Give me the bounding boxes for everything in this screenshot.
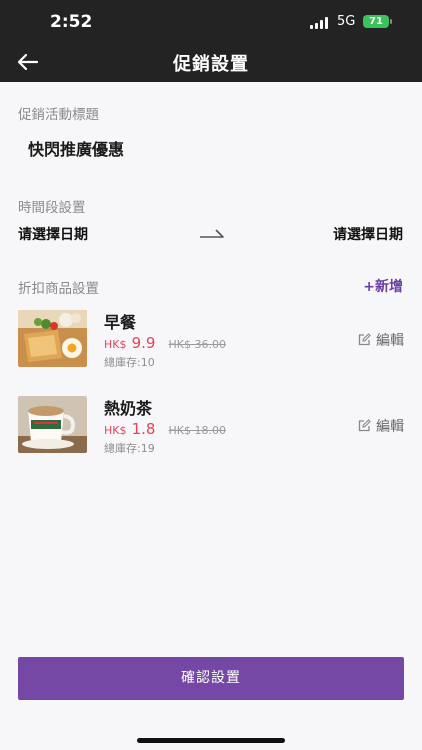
home-indicator xyxy=(137,738,285,743)
product-item: 熱奶茶 HK$ 1.8 HK$ 18.00 總庫存:19 編輯 xyxy=(18,396,404,456)
discount-price: 1.8 xyxy=(131,420,156,438)
start-date-picker[interactable]: 请選擇日期 xyxy=(18,224,88,244)
stock-count: 總庫存:19 xyxy=(104,442,155,455)
status-bar: 2:52 5G 71 xyxy=(0,0,422,44)
end-date-picker[interactable]: 请選擇日期 xyxy=(333,224,403,244)
status-time: 2:52 xyxy=(50,12,93,32)
product-item: 早餐 HK$ 9.9 HK$ 36.00 總庫存:10 編輯 xyxy=(18,310,404,370)
battery-level: 71 xyxy=(369,16,383,27)
edit-icon xyxy=(358,333,371,346)
original-price: HK$ 18.00 xyxy=(168,424,227,437)
milk-tea-image xyxy=(18,396,87,453)
network-label: 5G xyxy=(337,14,356,29)
price-currency: HK$ xyxy=(104,338,127,351)
edit-icon xyxy=(358,419,371,432)
title-section-label: 促銷活動標題 xyxy=(18,107,99,123)
promo-title-field[interactable]: 快閃推廣優惠 xyxy=(28,136,124,160)
breakfast-image xyxy=(18,310,87,367)
range-arrow-icon xyxy=(199,226,225,240)
original-price: HK$ 36.00 xyxy=(168,338,227,351)
signal-icon xyxy=(310,17,330,29)
discount-price: 9.9 xyxy=(131,334,156,352)
price-row: HK$ 1.8 HK$ 18.00 xyxy=(104,419,226,438)
add-product-button[interactable]: +新增 xyxy=(363,276,403,296)
price-row: HK$ 9.9 HK$ 36.00 xyxy=(104,333,226,352)
page-title: 促銷設置 xyxy=(173,54,249,75)
products-section-label: 折扣商品設置 xyxy=(18,281,99,297)
stock-count: 總庫存:10 xyxy=(104,356,155,369)
edit-label: 編輯 xyxy=(376,333,404,349)
battery-tip xyxy=(390,19,392,24)
edit-product-button[interactable]: 編輯 xyxy=(358,330,404,350)
nav-bar: 促銷設置 xyxy=(0,44,422,82)
product-name: 早餐 xyxy=(104,313,137,332)
edit-product-button[interactable]: 編輯 xyxy=(358,416,404,436)
price-currency: HK$ xyxy=(104,424,127,437)
product-name: 熱奶茶 xyxy=(104,399,153,418)
edit-label: 編輯 xyxy=(376,419,404,435)
time-section-label: 時間段設置 xyxy=(18,200,86,216)
confirm-button[interactable]: 確認設置 xyxy=(18,657,404,700)
battery-icon: 71 xyxy=(363,15,389,28)
